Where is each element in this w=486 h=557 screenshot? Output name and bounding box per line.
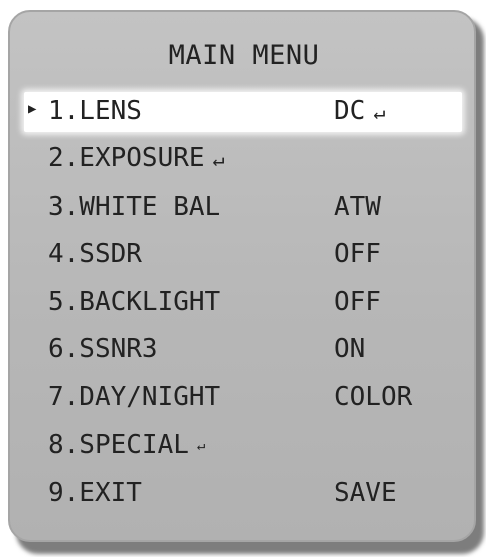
menu-item-label: 5.BACKLIGHT (48, 287, 221, 317)
menu-item-backlight[interactable]: 5.BACKLIGHT OFF (24, 283, 462, 323)
menu-item-label: 1.LENS (48, 96, 142, 126)
menu-item-lens[interactable]: ▶ 1.LENS DC ↵ (24, 92, 462, 132)
menu-item-day-night[interactable]: 7.DAY/NIGHT COLOR (24, 378, 462, 418)
menu-item-special[interactable]: 8.SPECIAL ↵ (24, 426, 462, 466)
enter-icon: ↵ (373, 99, 386, 124)
menu-item-label: 9.EXIT (48, 478, 142, 508)
menu-item-exposure[interactable]: 2.EXPOSURE ↵ (24, 139, 462, 179)
main-menu-panel: MAIN MENU ▶ 1.LENS DC ↵ 2.EXPOSURE ↵ 3.WHI… (8, 10, 476, 542)
menu-item-value: ON (334, 334, 366, 364)
enter-icon: ↵ (212, 146, 225, 171)
menu-item-value: COLOR (334, 382, 413, 412)
menu-item-value: OFF (334, 287, 381, 317)
menu-item-ssnr3[interactable]: 6.SSNR3 ON (24, 330, 462, 370)
menu-item-label: 4.SSDR (48, 239, 142, 269)
menu-item-value: DC ↵ (334, 96, 386, 126)
menu-item-ssdr[interactable]: 4.SSDR OFF (24, 235, 462, 275)
enter-icon: ↵ (196, 437, 206, 454)
menu-item-label: 8.SPECIAL ↵ (48, 430, 206, 460)
menu-item-value: ATW (334, 192, 381, 222)
menu-title: MAIN MENU (168, 40, 320, 71)
menu-item-label: 7.DAY/NIGHT (48, 382, 221, 412)
menu-item-label: 3.WHITE BAL (48, 192, 221, 222)
menu-item-label: 6.SSNR3 (48, 334, 158, 364)
menu-item-exit[interactable]: 9.EXIT SAVE (24, 474, 462, 514)
menu-item-label: 2.EXPOSURE ↵ (48, 143, 225, 173)
selection-cursor-icon: ▶ (28, 101, 37, 117)
menu-item-white-bal[interactable]: 3.WHITE BAL ATW (24, 188, 462, 228)
menu-item-value: OFF (334, 239, 381, 269)
menu-item-value: SAVE (334, 478, 397, 508)
